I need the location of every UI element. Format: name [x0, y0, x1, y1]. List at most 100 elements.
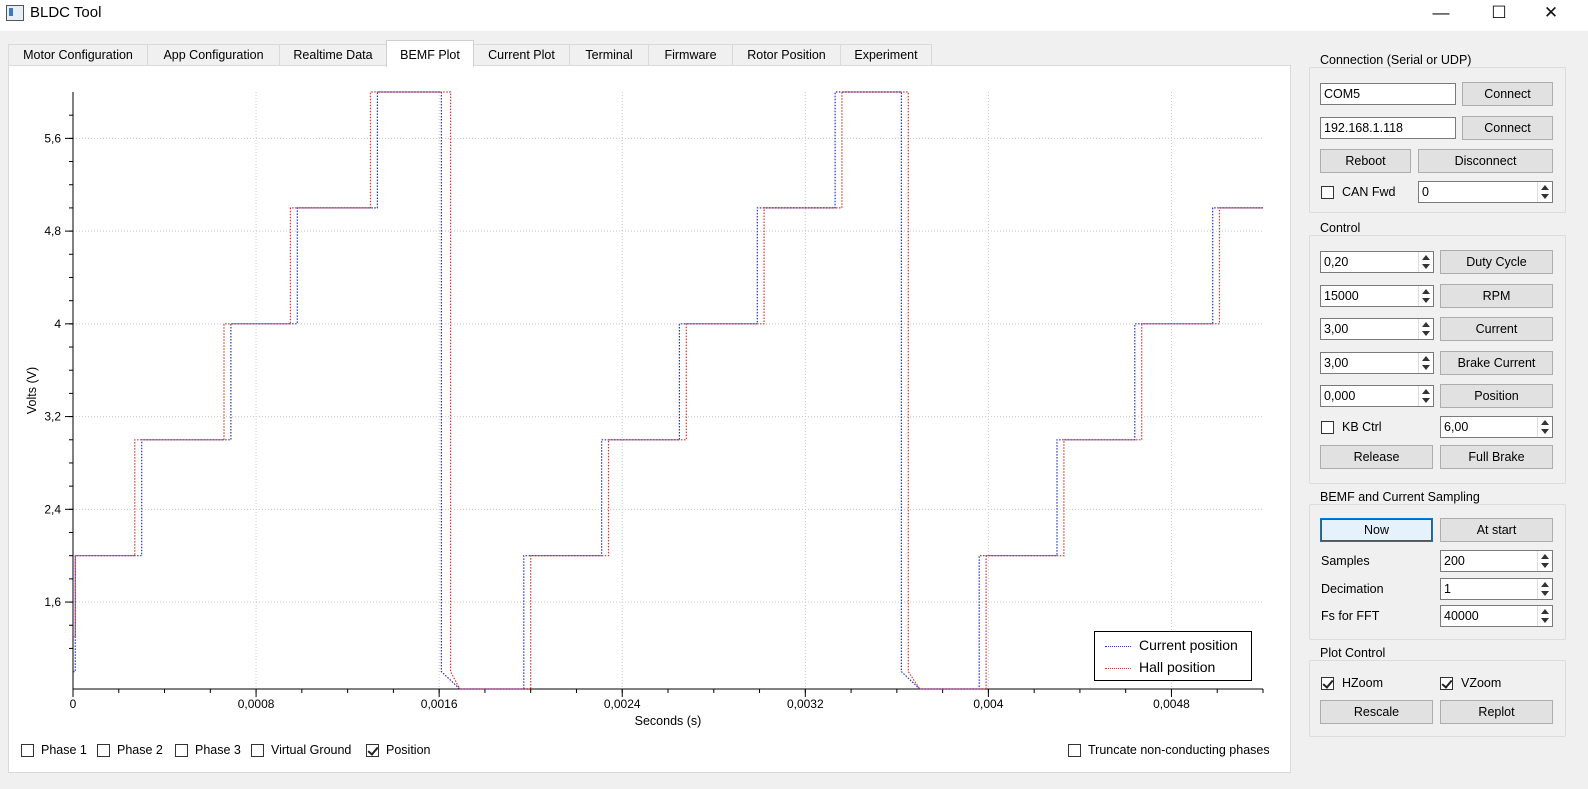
position-checkbox[interactable]: Position [366, 742, 430, 758]
current-value: 3,00 [1324, 322, 1349, 336]
x-axis-title: Seconds (s) [635, 714, 702, 728]
y-tick-label: 3,2 [44, 410, 61, 424]
kb-ctrl-value: 6,00 [1444, 420, 1469, 434]
virtual-ground-checkbox[interactable]: Virtual Ground [251, 742, 351, 758]
y-tick-label: 4,8 [44, 224, 61, 238]
disconnect-button[interactable]: Disconnect [1418, 149, 1553, 173]
sample-at-start-button[interactable]: At start [1440, 518, 1553, 542]
tab-bemf-plot[interactable]: BEMF Plot [386, 40, 474, 67]
phase2-check-box[interactable] [97, 744, 110, 758]
sample-now-button[interactable]: Now [1320, 518, 1433, 542]
hzoom-checkbox[interactable]: HZoom [1321, 675, 1383, 691]
tab-firmware[interactable]: Firmware [648, 44, 733, 66]
tab-terminal[interactable]: Terminal [569, 44, 649, 66]
tab-current-plot[interactable]: Current Plot [473, 44, 570, 66]
plot-control-group [1309, 660, 1566, 737]
minimize-button[interactable]: — [1418, 0, 1464, 28]
hzoom-check-box[interactable] [1321, 677, 1334, 691]
spin-arrows-icon[interactable] [1537, 182, 1552, 202]
spin-arrows-icon[interactable] [1537, 417, 1552, 437]
serial-port-field[interactable]: COM5 [1320, 83, 1456, 105]
legend-line-hall-position [1105, 667, 1131, 669]
x-tick-label: 0,0016 [421, 697, 458, 711]
duty-cycle-button[interactable]: Duty Cycle [1440, 250, 1553, 274]
tab-realtime-data[interactable]: Realtime Data [279, 44, 387, 66]
x-tick-label: 0,0032 [787, 697, 824, 711]
x-tick-label: 0 [70, 697, 77, 711]
phase3-checkbox[interactable]: Phase 3 [175, 742, 241, 758]
samples-spinbox[interactable]: 200 [1440, 550, 1553, 572]
spin-arrows-icon[interactable] [1537, 606, 1552, 626]
phase3-label: Phase 3 [195, 743, 241, 757]
position-button[interactable]: Position [1440, 384, 1553, 408]
plot-control-group-title: Plot Control [1318, 646, 1388, 660]
spin-arrows-icon[interactable] [1418, 252, 1433, 272]
spin-arrows-icon[interactable] [1418, 386, 1433, 406]
spin-arrows-icon[interactable] [1418, 286, 1433, 306]
phase1-check-box[interactable] [21, 744, 34, 758]
y-tick-label: 5,6 [44, 131, 61, 145]
vzoom-check-box[interactable] [1440, 677, 1453, 691]
can-fwd-label: CAN Fwd [1342, 185, 1396, 199]
spin-arrows-icon[interactable] [1537, 551, 1552, 571]
control-group-title: Control [1318, 221, 1363, 235]
kb-ctrl-check-box[interactable] [1321, 421, 1334, 435]
decimation-value: 1 [1444, 582, 1451, 596]
tab-experiment[interactable]: Experiment [840, 44, 932, 66]
tab-motor-configuration[interactable]: Motor Configuration [8, 44, 148, 66]
x-tick-label: 0,0024 [604, 697, 641, 711]
phase1-label: Phase 1 [41, 743, 87, 757]
maximize-button[interactable]: ☐ [1476, 0, 1522, 28]
position-spinbox[interactable]: 0,000 [1320, 385, 1434, 407]
current-button[interactable]: Current [1440, 317, 1553, 341]
brake-current-spinbox[interactable]: 3,00 [1320, 352, 1434, 374]
tab-app-configuration[interactable]: App Configuration [147, 44, 280, 66]
connect-serial-button[interactable]: Connect [1462, 82, 1553, 106]
can-fwd-check-box[interactable] [1321, 186, 1334, 200]
rpm-button[interactable]: RPM [1440, 284, 1553, 308]
legend-label-current-position: Current position [1139, 637, 1238, 653]
current-spinbox[interactable]: 3,00 [1320, 318, 1434, 340]
position-value: 0,000 [1324, 389, 1356, 403]
y-tick-label: 2,4 [44, 502, 61, 516]
can-fwd-id-spinbox[interactable]: 0 [1418, 181, 1553, 203]
spin-arrows-icon[interactable] [1418, 353, 1433, 373]
position-check-box[interactable] [366, 744, 379, 758]
phase3-check-box[interactable] [175, 744, 188, 758]
truncate-checkbox[interactable]: Truncate non-conducting phases [1068, 742, 1270, 758]
vzoom-checkbox[interactable]: VZoom [1440, 675, 1501, 691]
y-tick-label: 4 [54, 317, 61, 331]
release-button[interactable]: Release [1320, 445, 1433, 469]
decimation-spinbox[interactable]: 1 [1440, 578, 1553, 600]
reboot-button[interactable]: Reboot [1320, 149, 1411, 173]
truncate-label: Truncate non-conducting phases [1088, 743, 1270, 757]
samples-label: Samples [1321, 554, 1370, 568]
connect-udp-button[interactable]: Connect [1462, 116, 1553, 140]
phase1-checkbox[interactable]: Phase 1 [21, 742, 87, 758]
udp-address-field[interactable]: 192.168.1.118 [1320, 117, 1456, 139]
x-tick-label: 0,0048 [1153, 697, 1190, 711]
fs-fft-spinbox[interactable]: 40000 [1440, 605, 1553, 627]
phase2-checkbox[interactable]: Phase 2 [97, 742, 163, 758]
decimation-label: Decimation [1321, 582, 1384, 596]
replot-button[interactable]: Replot [1440, 700, 1553, 724]
brake-current-button[interactable]: Brake Current [1440, 351, 1553, 375]
full-brake-button[interactable]: Full Brake [1440, 445, 1553, 469]
close-button[interactable]: ✕ [1528, 0, 1574, 28]
can-fwd-checkbox[interactable]: CAN Fwd [1321, 184, 1395, 200]
legend-line-current-position [1105, 645, 1131, 647]
truncate-check-box[interactable] [1068, 744, 1081, 758]
duty-cycle-spinbox[interactable]: 0,20 [1320, 251, 1434, 273]
kb-ctrl-checkbox[interactable]: KB Ctrl [1321, 419, 1382, 435]
rescale-button[interactable]: Rescale [1320, 700, 1433, 724]
kb-ctrl-label: KB Ctrl [1342, 420, 1382, 434]
spin-arrows-icon[interactable] [1537, 579, 1552, 599]
rpm-spinbox[interactable]: 15000 [1320, 285, 1434, 307]
kb-ctrl-spinbox[interactable]: 6,00 [1440, 416, 1553, 438]
virtual-ground-check-box[interactable] [251, 744, 264, 758]
x-tick-label: 0,0008 [238, 697, 275, 711]
legend-item-hall-position: Hall position [1105, 657, 1215, 677]
tab-rotor-position[interactable]: Rotor Position [732, 44, 841, 66]
spin-arrows-icon[interactable] [1418, 319, 1433, 339]
app-icon [6, 5, 24, 21]
